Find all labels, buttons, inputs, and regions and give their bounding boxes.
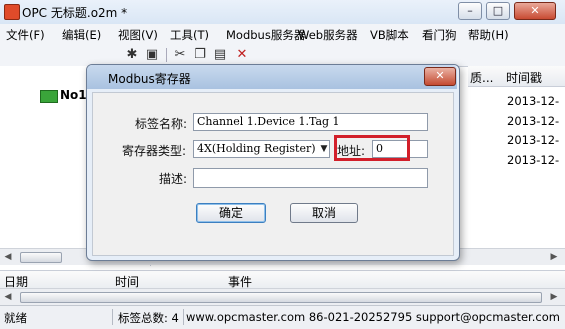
menu-watchdog[interactable]: 看门狗 bbox=[422, 27, 457, 43]
statusbar: 就绪 标签总数: 4 www.opcmaster.com 86-021-2025… bbox=[0, 305, 565, 329]
chevron-down-icon[interactable]: ▼ bbox=[319, 141, 329, 157]
menu-file[interactable]: 文件(F) bbox=[6, 27, 45, 43]
register-type-select[interactable]: 4X(Holding Register) bbox=[193, 140, 330, 158]
menu-edit[interactable]: 编辑(E) bbox=[62, 27, 101, 43]
new-tag-icon[interactable]: ✱ bbox=[124, 47, 140, 63]
copy-icon[interactable]: ❐ bbox=[192, 47, 208, 63]
timestamp-cell: 2013-12- bbox=[507, 114, 560, 128]
cancel-button[interactable]: 取消 bbox=[290, 203, 358, 223]
description-field[interactable] bbox=[193, 168, 428, 188]
menu-help[interactable]: 帮助(H) bbox=[468, 27, 509, 43]
scroll-thumb[interactable] bbox=[20, 292, 542, 303]
scroll-right-icon[interactable]: ▶ bbox=[548, 251, 560, 263]
ok-button[interactable]: 确定 bbox=[196, 203, 266, 223]
close-window-button[interactable]: ✕ bbox=[514, 2, 556, 20]
status-contact: www.opcmaster.com 86-021-20252795 suppor… bbox=[186, 310, 560, 324]
tag-name-field[interactable]: Channel 1.Device 1.Tag 1 bbox=[193, 113, 428, 131]
scroll-right-icon[interactable]: ▶ bbox=[548, 291, 560, 303]
toolbar-separator bbox=[166, 48, 167, 62]
timestamp-cell: 2013-12- bbox=[507, 133, 560, 147]
dialog-title: Modbus寄存器 bbox=[108, 72, 191, 86]
column-timestamp[interactable]: 时间戳 bbox=[506, 69, 542, 86]
tag-name-label: 标签名称: bbox=[135, 117, 188, 131]
register-type-label: 寄存器类型: bbox=[122, 144, 187, 158]
menu-modbus-server[interactable]: Modbus服务器 bbox=[226, 27, 305, 43]
dialog-close-button[interactable]: ✕ bbox=[424, 67, 456, 86]
log-header: 日期 时间 事件 bbox=[0, 270, 565, 290]
scroll-left-icon[interactable]: ◀ bbox=[2, 251, 14, 263]
scroll-left-icon[interactable]: ◀ bbox=[2, 291, 14, 303]
menubar: 文件(F) 编辑(E) 视图(V) 工具(T) Modbus服务器 Web服务器… bbox=[0, 24, 565, 45]
maximize-button[interactable]: □ bbox=[486, 2, 510, 20]
address-highlight-box bbox=[334, 135, 410, 161]
status-separator bbox=[183, 309, 184, 325]
menu-tools[interactable]: 工具(T) bbox=[170, 27, 209, 43]
cut-icon[interactable]: ✂ bbox=[172, 47, 188, 63]
status-tag-count: 标签总数: 4 bbox=[118, 311, 179, 325]
log-horizontal-scrollbar[interactable]: ◀ ▶ bbox=[0, 288, 565, 305]
timestamp-cell: 2013-12- bbox=[507, 153, 560, 167]
status-separator bbox=[112, 309, 113, 325]
menu-vb-script[interactable]: VB脚本 bbox=[370, 27, 409, 43]
status-ready: 就绪 bbox=[4, 311, 27, 325]
menu-view[interactable]: 视图(V) bbox=[118, 27, 158, 43]
window-title: OPC 无标题.o2m * bbox=[22, 6, 128, 20]
timestamp-cell: 2013-12- bbox=[507, 94, 560, 108]
description-label: 描述: bbox=[159, 172, 188, 186]
delete-icon[interactable]: ✕ bbox=[234, 47, 250, 63]
menu-web-server[interactable]: Web服务器 bbox=[298, 27, 358, 43]
paste-icon[interactable]: ▤ bbox=[212, 47, 228, 63]
tree-item-root[interactable]: No1 bbox=[60, 88, 87, 102]
scroll-thumb[interactable] bbox=[20, 252, 62, 263]
channel-folder-icon bbox=[40, 90, 58, 103]
column-quality[interactable]: 质... bbox=[470, 69, 493, 86]
properties-icon[interactable]: ▣ bbox=[144, 47, 160, 63]
app-icon bbox=[4, 4, 20, 20]
minimize-button[interactable]: – bbox=[458, 2, 482, 20]
